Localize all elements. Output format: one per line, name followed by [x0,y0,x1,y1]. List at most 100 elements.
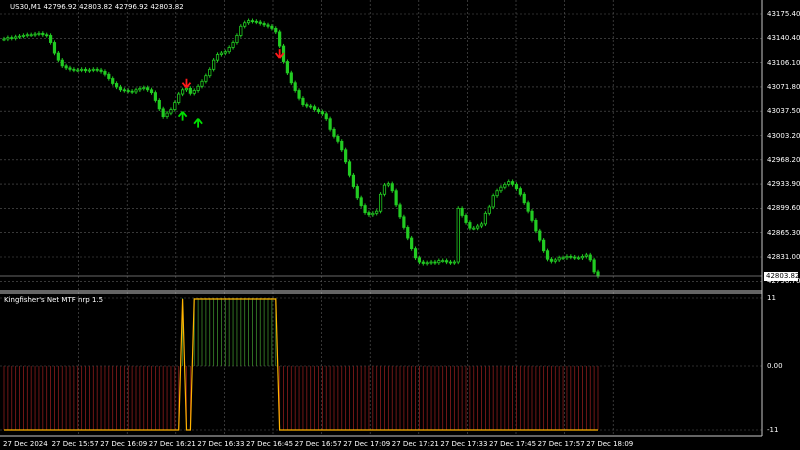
candle-body [569,255,573,258]
candle-body [56,52,60,61]
candle-body [45,34,49,37]
candle-body [270,25,274,29]
candle-body [437,260,441,264]
candle-body [483,212,488,225]
candle-body [10,37,14,39]
candle-body [95,68,99,71]
current-price-tag: 42803.82 [764,272,800,281]
candle-body [309,105,313,108]
candle-body [149,89,154,94]
price-axis-label: 42968.20 [767,155,800,164]
candle-body [138,87,142,91]
candle-body [510,181,515,185]
candle-body [76,69,80,72]
candle-body [289,72,293,84]
candle-body [48,35,53,43]
candle-body [192,90,196,94]
candle-body [479,223,484,227]
candle-body [157,99,161,110]
chart-grid [0,0,762,436]
price-chart[interactable] [0,0,800,450]
candle-body [29,34,33,37]
candle-body [266,24,270,27]
sell-arrow-icon [181,78,192,89]
candle-body [573,256,577,259]
candle-body [545,250,550,260]
candle-body [246,20,251,24]
price-axis-label: 42933.90 [767,180,800,189]
candle-body [64,65,68,69]
candle-body [215,54,220,61]
candle-body [99,69,103,72]
candle-body [487,206,491,214]
time-axis-label: 27 Dec 16:33 [197,440,245,448]
candle-body [507,181,511,185]
candle-body [17,35,22,38]
candle-body [464,215,468,223]
time-axis-label: 27 Dec 17:21 [391,440,439,448]
candle-body [406,227,410,239]
candle-body [243,22,247,27]
candle-body [293,82,297,91]
candle-body [227,47,231,53]
candle-body [219,52,224,55]
candle-body [312,106,317,110]
indicator-axis-label: 11 [767,294,776,302]
time-axis-label: 27 Dec 17:09 [343,440,391,448]
candle-body [429,261,433,264]
candle-body [212,59,216,70]
candle-body [476,225,480,229]
candle-body [184,87,189,91]
candle-body [542,239,546,252]
candle-body [41,32,45,36]
candle-body [355,186,359,199]
candle-body [196,85,200,91]
candle-body [72,68,76,71]
candle-body [576,257,581,260]
candle-body [402,216,406,228]
candle-body [169,109,173,114]
time-axis-label: 27 Dec 16:21 [148,440,196,448]
candle-body [382,184,387,195]
candle-body [126,90,130,92]
candle-body [258,21,262,24]
candle-body [522,193,526,204]
candle-body [146,87,150,91]
candle-body [324,113,328,120]
candle-body [165,112,169,118]
candle-body [413,248,418,259]
price-axis-label: 43140.40 [767,34,800,43]
candle-body [503,183,507,188]
candle-body [60,59,64,67]
candle-body [91,68,95,71]
buy-arrow-icon [177,111,188,121]
candle-body [495,190,499,197]
candle-body [499,186,503,192]
candle-body [456,207,460,263]
symbol-info: US30,M1 42796.92 42803.82 42796.92 42803… [10,3,184,12]
candle-body [177,93,181,103]
candle-body [161,108,165,118]
candle-body [596,271,600,277]
candle-body [468,222,472,229]
candle-body [200,80,204,87]
candle-body [114,83,119,88]
candle-body [421,261,425,264]
candle-body [363,205,367,214]
candle-body [425,262,429,265]
candle-body [433,261,437,264]
time-axis-label: 27 Dec 2024 [3,440,48,448]
candle-body [142,87,146,90]
candle-body [118,86,123,91]
candle-body [68,67,72,70]
candle-body [33,33,37,36]
time-axis-label: 27 Dec 17:57 [537,440,585,448]
candle-body [584,254,588,257]
candle-body [518,188,522,195]
candle-body [2,38,6,41]
candle-body [344,149,348,163]
candle-body [398,204,402,218]
candle-body [390,183,394,192]
candle-body [83,68,88,72]
candle-body [305,104,309,107]
